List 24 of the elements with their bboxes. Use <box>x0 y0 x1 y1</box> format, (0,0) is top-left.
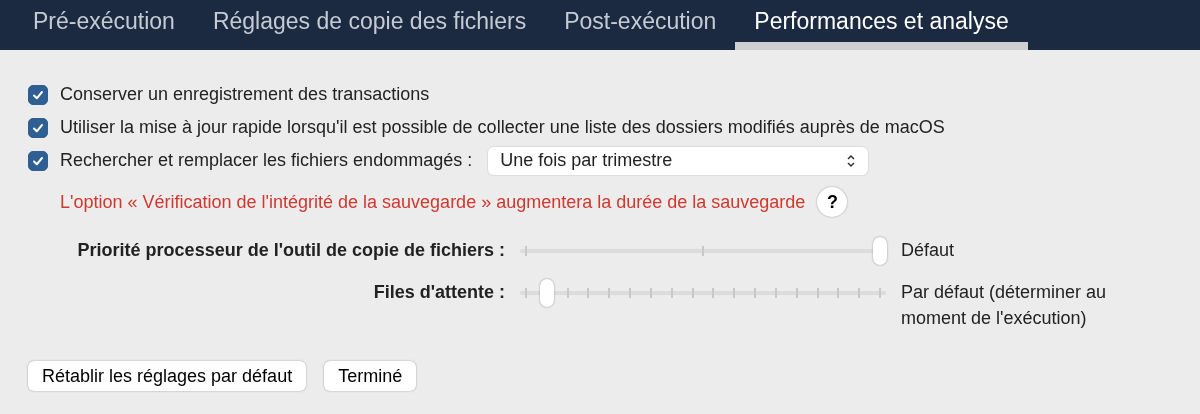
checkbox-label: Rechercher et remplacer les fichiers endommagés : <box>60 150 473 171</box>
slider-track[interactable] <box>518 279 888 307</box>
slider-label: Files d'attente : <box>372 281 505 304</box>
checkbox[interactable] <box>28 117 48 138</box>
tab[interactable]: Performances et analyse <box>735 0 1028 50</box>
push-button[interactable]: Rétablir les réglages par défaut <box>28 361 307 391</box>
tab[interactable]: Pré-exécution <box>14 0 194 50</box>
slider-track[interactable] <box>518 237 888 265</box>
checkbox-label: Conserver un enregistrement des transactions <box>60 84 430 105</box>
help-button[interactable]: ? <box>817 187 848 217</box>
slider-thumb[interactable] <box>540 279 555 307</box>
checkbox-label: Utiliser la mise à jour rapide lorsqu'il est possible de collecter une liste des dossiers modifiés auprès de macOS <box>60 117 945 138</box>
chevron-updown-icon <box>846 153 857 168</box>
warning-text: L'option « Vérification de l'intégrité de la sauvegarde » augmentera la durée de la sauvegarde <box>60 191 806 213</box>
slider-thumb[interactable] <box>873 237 887 265</box>
checkbox[interactable] <box>28 84 48 105</box>
frequency-dropdown[interactable]: Une fois par trimestre <box>488 146 869 175</box>
tab[interactable]: Réglages de copie des fichiers <box>193 0 546 50</box>
slider-value: Par défaut (déterminer au moment de l'exécution) <box>901 281 1108 330</box>
push-button[interactable]: Terminé <box>324 361 417 391</box>
slider-label: Priorité processeur de l'outil de copie de fichiers : <box>76 239 505 262</box>
slider-value: Défaut <box>901 239 956 262</box>
checkbox[interactable] <box>28 150 48 171</box>
tab[interactable]: Post-exécution <box>545 0 736 50</box>
